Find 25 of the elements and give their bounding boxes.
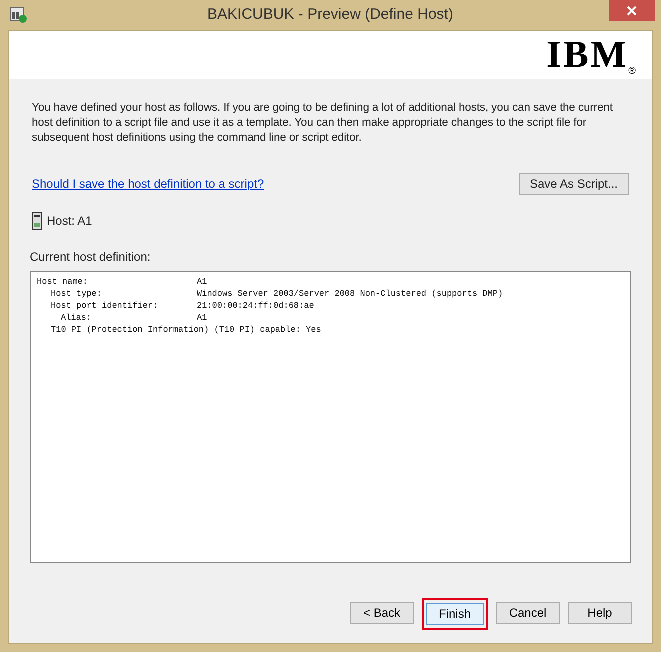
help-link[interactable]: Should I save the host definition to a script? [32, 176, 264, 192]
intro-text: You have defined your host as follows. If you are going to be defining a lot of additional hosts, you can save the current host definition to a script file and use it as a template. You can then make appropriate changes to the script file for subsequent host definitions using the command line or script editor. [32, 101, 614, 146]
dialog-button[interactable]: Cancel [496, 602, 560, 624]
definition-value: 21:00:00:24:ff:0d:68:ae [197, 300, 314, 312]
dialog-button[interactable]: Help [568, 602, 632, 624]
logo: IBM [546, 37, 629, 73]
definition-value: Windows Server 2003/Server 2008 Non-Clustered (supports DMP) [197, 288, 504, 300]
server-icon [32, 212, 42, 230]
definition-key: Host type: [37, 289, 102, 299]
definition-key: Host name: [37, 277, 88, 287]
definition-key: T10 PI (Protection Information) (T10 PI) capable: Yes [37, 324, 322, 336]
save-as-script-button[interactable]: Save As Script... [519, 173, 629, 195]
definition-value: A1 [197, 276, 208, 288]
definition-key: Alias: [37, 313, 92, 323]
definition-label: Current host definition: [30, 250, 152, 265]
definition-value: A1 [197, 312, 208, 324]
dialog-button[interactable]: < Back [350, 602, 414, 624]
dialog-button[interactable]: Finish [426, 603, 484, 625]
window-title: BAKICUBUK - Preview (Define Host) [206, 4, 454, 25]
close-button[interactable] [609, 0, 655, 21]
app-icon [10, 7, 27, 23]
registered-mark: ® [628, 65, 636, 79]
host-label: Host: A1 [47, 214, 92, 228]
definition-key: Host port identifier: [37, 301, 158, 311]
close-icon [627, 6, 637, 16]
